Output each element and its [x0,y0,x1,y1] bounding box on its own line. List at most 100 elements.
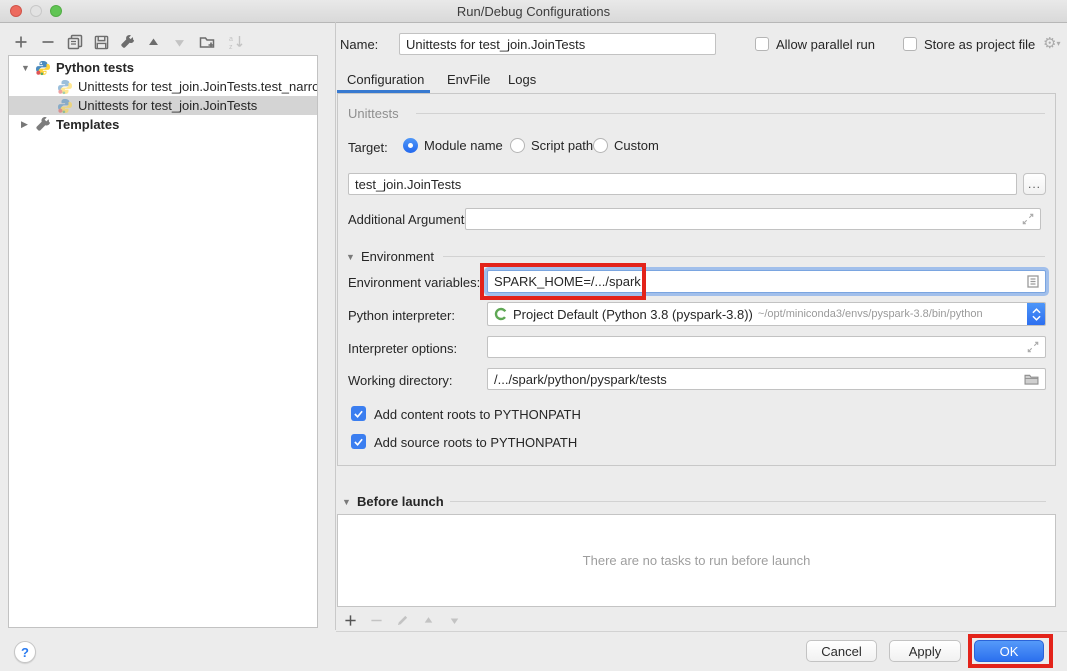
tab-envfile[interactable]: EnvFile [447,72,490,87]
tree-item-templates[interactable]: ▶ Templates [9,115,317,134]
store-as-project-file-label[interactable]: Store as project file [924,37,1035,52]
working-directory-label: Working directory: [348,373,453,388]
add-source-roots-label[interactable]: Add source roots to PYTHONPATH [374,435,577,450]
tree-item-label: Python tests [56,60,134,75]
target-label: Target: [348,140,388,155]
title-bar: Run/Debug Configurations [0,0,1067,23]
checkmark-icon [353,409,364,419]
browse-button[interactable]: ... [1023,173,1046,195]
add-task-button[interactable] [342,612,358,628]
new-folder-button[interactable] [198,33,216,51]
unittests-group: Unittests Target: Module name Script pat… [337,93,1056,466]
add-icon [344,614,357,627]
wrench-icon [35,117,51,133]
folder-icon[interactable] [1024,373,1039,385]
svg-text:a: a [229,36,233,43]
cancel-button[interactable]: Cancel [806,640,877,662]
chevron-right-icon[interactable]: ▶ [21,119,35,130]
add-configuration-button[interactable] [12,33,30,51]
checkmark-icon [353,437,364,447]
tree-item-jointests[interactable]: Unittests for test_join.JoinTests [9,96,317,115]
name-label: Name: [340,37,378,52]
move-down-button[interactable] [170,33,188,51]
interpreter-options-label: Interpreter options: [348,341,457,356]
sort-configurations-button[interactable]: az [227,33,245,51]
environment-section-rule [443,256,1045,257]
remove-task-button[interactable] [368,612,384,628]
python-interpreter-select[interactable]: Project Default (Python 3.8 (pyspark-3.8… [487,302,1046,326]
edit-task-button[interactable] [394,612,410,628]
working-directory-input[interactable]: /.../spark/python/pyspark/tests [487,368,1046,390]
chevron-down-icon[interactable]: ▼ [21,63,35,73]
environment-collapse-icon[interactable]: ▼ [346,252,355,262]
tab-logs[interactable]: Logs [508,72,536,87]
tree-item-test-narrow[interactable]: Unittests for test_join.JoinTests.test_n… [9,77,317,96]
group-title: Unittests [348,106,399,121]
python-tests-icon [35,60,51,76]
allow-parallel-run-checkbox[interactable] [755,37,769,51]
before-launch-collapse-icon[interactable]: ▼ [342,497,351,507]
move-up-button[interactable] [144,33,162,51]
environment-variables-input[interactable]: SPARK_HOME=/.../spark [487,270,1046,293]
additional-arguments-label: Additional Arguments: [348,212,474,227]
python-test-icon [57,98,73,114]
python-interpreter-label: Python interpreter: [348,308,455,323]
move-down-icon [173,36,186,49]
expand-icon[interactable] [1022,213,1034,225]
ok-button[interactable]: OK [974,640,1044,662]
tree-item-label: Unittests for test_join.JoinTests [78,98,257,113]
help-button[interactable]: ? [14,641,36,663]
tree-item-python-tests[interactable]: ▼ Python tests [9,58,317,77]
remove-configuration-button[interactable] [39,33,57,51]
remove-icon [370,614,383,627]
apply-button[interactable]: Apply [889,640,961,662]
add-source-roots-checkbox[interactable] [351,434,366,449]
move-up-icon [423,615,434,626]
target-radio-custom[interactable]: Custom [593,138,659,153]
move-task-up-button[interactable] [420,612,436,628]
new-folder-icon [199,34,215,50]
environment-section-header[interactable]: Environment [361,249,434,264]
before-launch-rule [450,501,1046,502]
target-radio-script-path[interactable]: Script path [510,138,593,153]
remove-icon [41,35,55,49]
env-vars-editor-icon[interactable] [1027,275,1039,288]
store-as-project-file-checkbox[interactable] [903,37,917,51]
target-input[interactable]: test_join.JoinTests [348,173,1017,195]
sort-alphabetically-icon: az [228,34,244,50]
name-input[interactable]: Unittests for test_join.JoinTests [399,33,716,55]
radio-icon [510,138,525,153]
target-radio-module-name[interactable]: Module name [403,138,503,153]
window-title: Run/Debug Configurations [0,4,1067,19]
before-launch-section-header[interactable]: Before launch [357,494,444,509]
tab-configuration[interactable]: Configuration [347,72,424,87]
python-test-icon [57,79,73,95]
settings-gear-icon[interactable]: ⚙▾ [1043,34,1060,52]
interpreter-options-input[interactable] [487,336,1046,358]
expand-icon[interactable] [1027,341,1039,353]
before-launch-empty-message: There are no tasks to run before launch [583,553,811,568]
edit-templates-button[interactable] [118,33,136,51]
group-title-rule [416,113,1045,114]
allow-parallel-run-label[interactable]: Allow parallel run [776,37,875,52]
add-icon [14,35,28,49]
move-down-icon [449,615,460,626]
wrench-icon [120,35,135,50]
add-content-roots-checkbox[interactable] [351,406,366,421]
move-task-down-button[interactable] [446,612,462,628]
environment-variables-label: Environment variables: [348,275,480,290]
tree-item-label: Templates [56,117,119,132]
stepper-icon[interactable] [1027,303,1046,325]
before-launch-list[interactable]: There are no tasks to run before launch [337,514,1056,607]
panel-divider [335,22,336,630]
add-content-roots-label[interactable]: Add content roots to PYTHONPATH [374,407,581,422]
radio-selected-icon [403,138,418,153]
copy-configuration-button[interactable] [66,33,84,51]
copy-icon [67,34,83,50]
move-up-icon [147,36,160,49]
additional-arguments-input[interactable] [465,208,1041,230]
configurations-tree: ▼ Python tests Unittests for test_join.J… [8,55,318,628]
save-icon [94,35,109,50]
run-debug-configurations-dialog: Run/Debug Configurations az ▼ [0,0,1067,671]
save-configuration-button[interactable] [92,33,110,51]
